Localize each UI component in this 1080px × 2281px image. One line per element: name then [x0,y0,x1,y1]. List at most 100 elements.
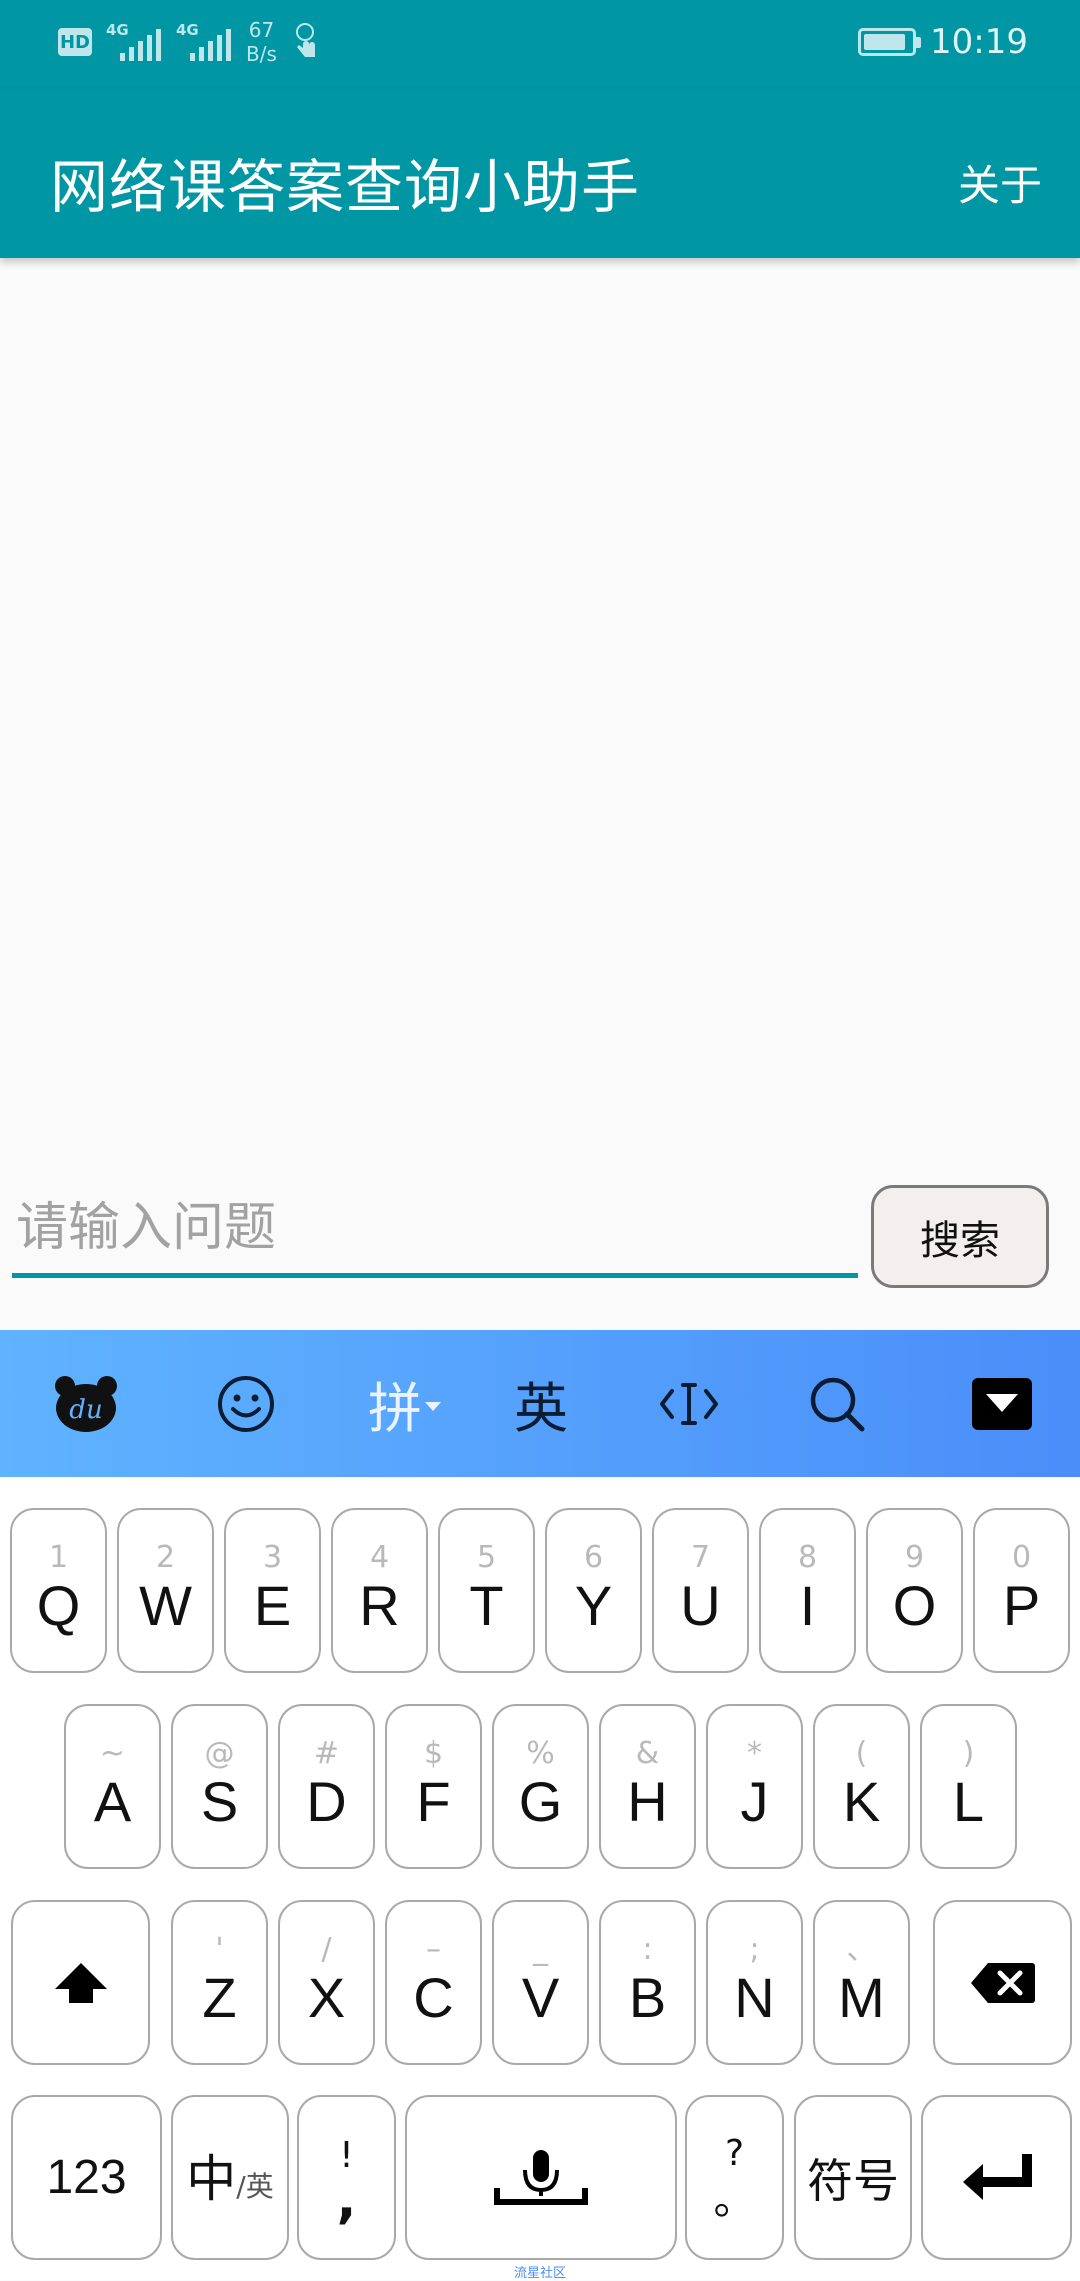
key-letter: B [628,1965,667,2029]
key-letter: W [139,1573,192,1637]
key-j[interactable]: * J [706,1704,803,1869]
signal-strength-icon-2: 4G [176,21,232,63]
key-letter: R [359,1573,400,1637]
key-hint: : [642,1931,653,1967]
key-hint: 8 [797,1539,818,1575]
shift-arrow-icon [54,1962,107,2003]
key-letter: Q [36,1573,81,1637]
cursor-move-icon[interactable] [648,1330,730,1477]
key-m[interactable]: 、 M [813,1900,910,2065]
results-area [0,258,1080,1158]
hide-keyboard-icon[interactable] [966,1330,1038,1477]
pinyin-mode-button[interactable]: 拼 [360,1330,450,1477]
space-voice-key[interactable] [405,2095,677,2260]
english-mode-button[interactable]: 英 [500,1330,582,1477]
network-speed: 67 B/s [246,18,277,66]
key-s[interactable]: @ S [171,1704,268,1869]
key-letter: N [734,1965,775,2029]
key-letter: O [892,1573,937,1637]
emoji-icon[interactable] [205,1330,287,1477]
key-q[interactable]: 1Q [10,1508,107,1673]
svg-text:du: du [69,1395,102,1425]
key-letter: C [413,1965,454,2029]
network-speed-unit: B/s [246,42,277,66]
key-f[interactable]: $ F [385,1704,482,1869]
key-hint: 5 [476,1539,497,1575]
key-c[interactable]: – C [385,1900,482,2065]
key-letter: Z [202,1965,237,2029]
key-v[interactable]: _ V [492,1900,589,2065]
key-letter: Y [574,1573,613,1637]
signal-strength-icon: 4G [106,21,162,63]
key-o[interactable]: 9O [866,1508,963,1673]
key-hint: ~ [99,1735,126,1771]
key-letter: E [253,1573,292,1637]
key-k[interactable]: (K [813,1704,910,1869]
question-input[interactable] [12,1182,858,1278]
enter-arrow-icon [962,2153,1032,2200]
key-l[interactable]: ) L [920,1704,1017,1869]
exclaim-comma-key[interactable]: ! , [297,2095,396,2260]
key-h[interactable]: & H [599,1704,696,1869]
chinese-english-switch-key[interactable]: 中 /英 [171,2095,289,2260]
backspace-key[interactable] [933,1900,1072,2065]
key-e[interactable]: 3E [224,1508,321,1673]
microphone-icon [494,2149,588,2205]
key-t[interactable]: 5T [438,1508,535,1673]
key-x[interactable]: / X [278,1900,375,2065]
key-letter: J [740,1769,769,1833]
enter-key[interactable] [921,2095,1072,2260]
key-letter: G [518,1769,563,1833]
status-bar: HD 4G 4G 67 B/s 10:19 [0,0,1080,90]
key-a[interactable]: ~ A [64,1704,161,1869]
key-g[interactable]: % G [492,1704,589,1869]
key-letter: L [952,1769,985,1833]
search-button[interactable]: 搜索 [871,1185,1049,1288]
key-d[interactable]: # D [278,1704,375,1869]
key-n[interactable]: ; N [706,1900,803,2065]
battery-icon [858,28,922,56]
key-letter: T [469,1573,504,1637]
key-letter: I [799,1573,816,1637]
key-hint: 、 [846,1931,877,1967]
key-hint: 9 [904,1539,925,1575]
numbers-key[interactable]: 123 [11,2095,162,2260]
shift-key[interactable] [11,1900,150,2065]
key-w[interactable]: 2W [117,1508,214,1673]
key-i[interactable]: 8I [759,1508,856,1673]
key-y[interactable]: 6Y [545,1508,642,1673]
key-letter: S [200,1769,239,1833]
keyboard-toolbar: du 拼 英 [0,1330,1080,1477]
key-r[interactable]: 4R [331,1508,428,1673]
question-label: ? [724,2132,745,2174]
key-b[interactable]: :B [599,1900,696,2065]
symbols-key[interactable]: 符号 [794,2095,912,2260]
key-z[interactable]: ' Z [171,1900,268,2065]
key-hint: @ [204,1735,235,1771]
hd-voice-badge: HD [58,28,92,56]
key-hint: – [426,1931,441,1967]
key-u[interactable]: 7U [652,1508,749,1673]
key-letter: D [306,1769,347,1833]
key-letter: H [627,1769,668,1833]
key-hint: # [313,1735,340,1771]
search-icon[interactable] [796,1330,878,1477]
key-hint: ' [215,1931,224,1967]
key-hint: ) [962,1735,975,1771]
english-sublabel: /英 [236,2170,274,2203]
period-label: 。 [713,2174,756,2224]
key-letter: X [307,1965,346,2029]
key-hint: * [747,1735,762,1771]
app-title: 网络课答案查询小助手 [50,153,641,221]
key-hint: _ [533,1931,548,1967]
symbols-key-label: 符号 [807,2153,899,2208]
key-hint: 0 [1011,1539,1032,1575]
key-letter: A [93,1769,132,1833]
key-hint: & [635,1735,660,1771]
about-menu-button[interactable]: 关于 [958,152,1042,213]
question-period-key[interactable]: ? 。 [685,2095,784,2260]
numbers-key-label: 123 [46,2150,127,2204]
chinese-label: 中 [186,2150,237,2208]
key-p[interactable]: 0P [973,1508,1070,1673]
baidu-du-logo-icon[interactable]: du [45,1330,127,1477]
